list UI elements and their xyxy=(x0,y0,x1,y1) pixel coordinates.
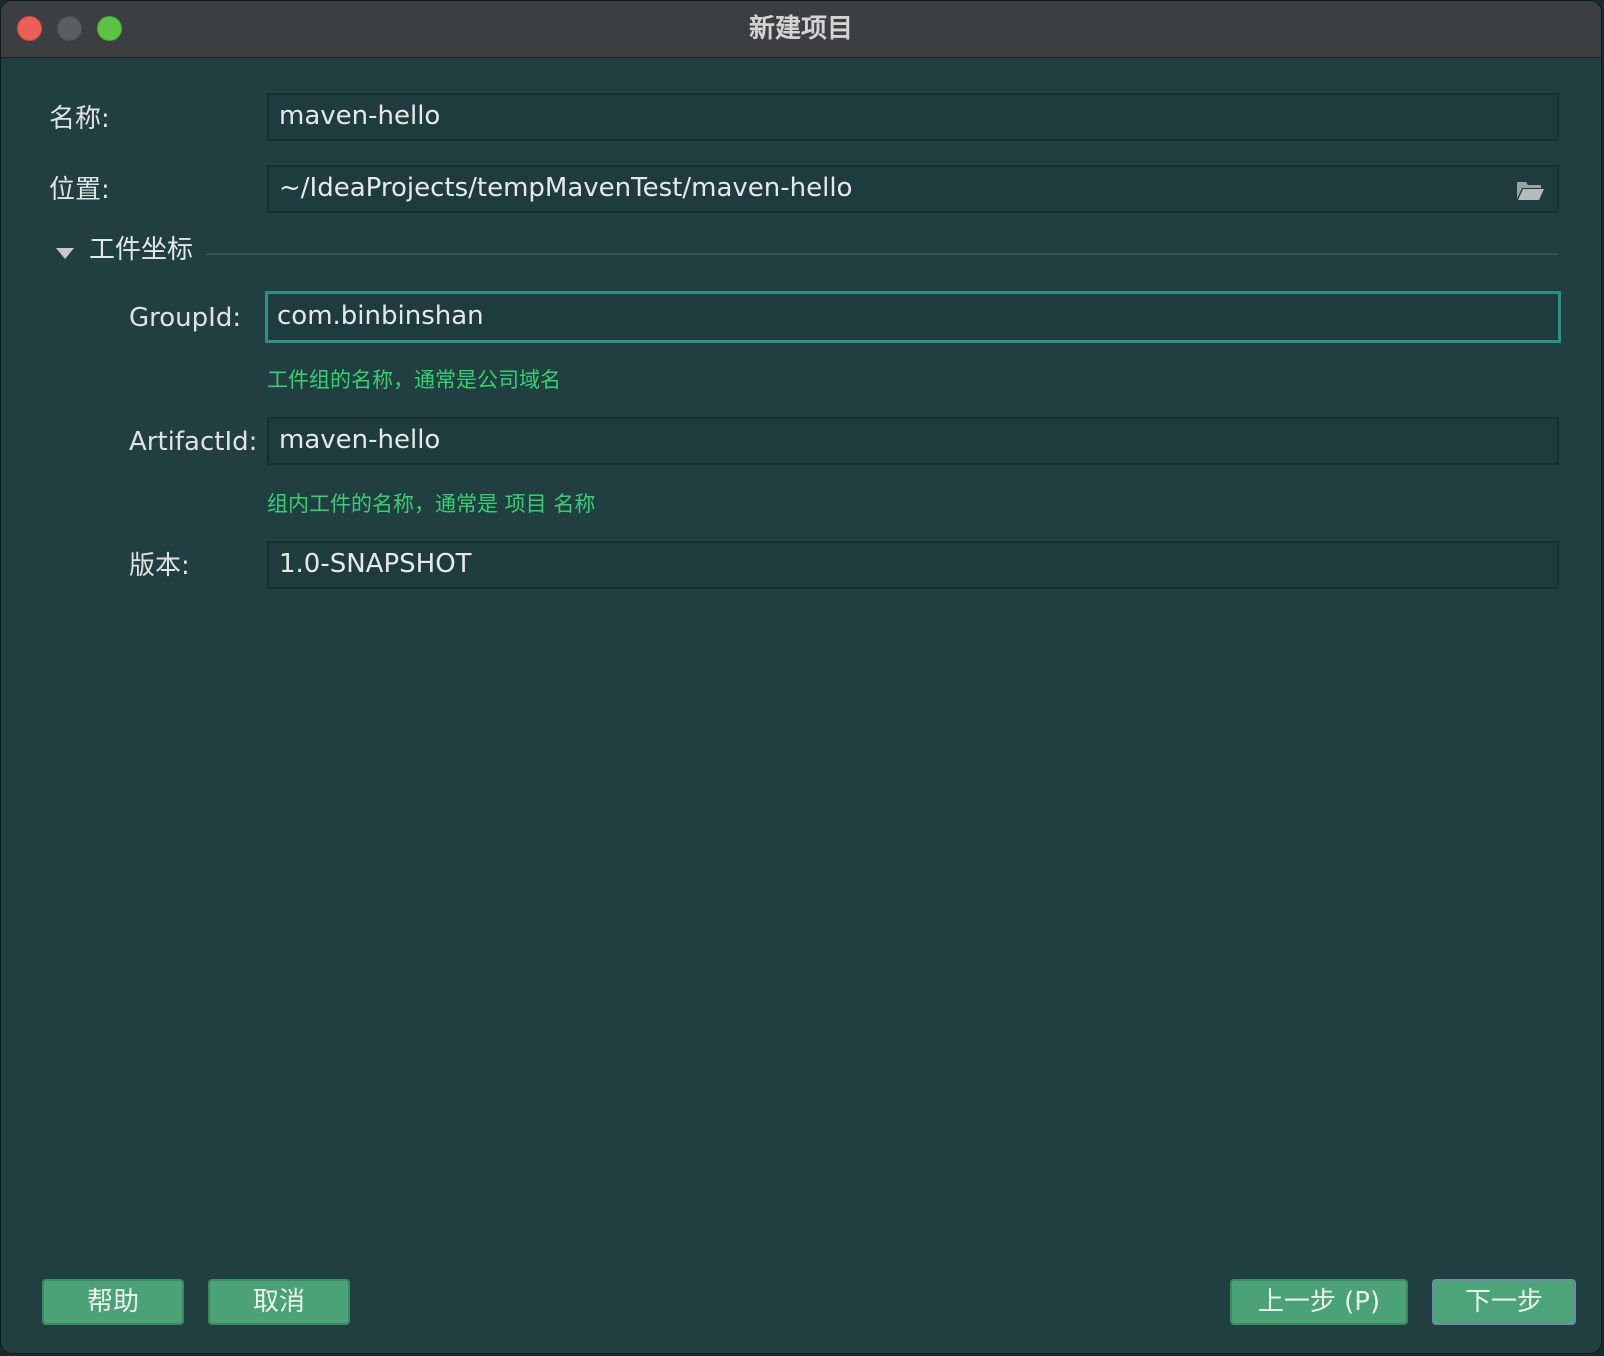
groupid-label: GroupId: xyxy=(129,303,242,333)
location-label: 位置: xyxy=(49,175,110,205)
version-label: 版本: xyxy=(129,551,190,581)
cancel-button[interactable]: 取消 xyxy=(208,1279,350,1325)
title-bar: 新建项目 xyxy=(1,1,1601,58)
next-button[interactable]: 下一步 xyxy=(1432,1279,1576,1325)
triangle-down-icon[interactable] xyxy=(56,248,74,259)
name-label: 名称: xyxy=(49,104,110,134)
version-field[interactable]: 1.0-SNAPSHOT xyxy=(267,541,1559,589)
window-title: 新建项目 xyxy=(748,14,853,44)
section-title-artifact-coordinates[interactable]: 工件坐标 xyxy=(89,235,193,265)
previous-button[interactable]: 上一步 (P) xyxy=(1230,1279,1408,1325)
folder-icon[interactable] xyxy=(1515,178,1545,202)
section-divider xyxy=(206,253,1558,255)
artifactid-label: ArtifactId: xyxy=(129,427,258,457)
artifactid-field[interactable]: maven-hello xyxy=(267,417,1559,465)
location-value: ~/IdeaProjects/tempMavenTest/maven-hello xyxy=(279,173,853,203)
new-project-dialog: 新建项目 名称: maven-hello 位置: ~/IdeaProjects/… xyxy=(0,0,1602,1354)
help-button[interactable]: 帮助 xyxy=(42,1279,184,1325)
groupid-hint: 工件组的名称，通常是公司域名 xyxy=(267,368,561,392)
location-field[interactable]: ~/IdeaProjects/tempMavenTest/maven-hello xyxy=(267,165,1559,213)
name-field[interactable]: maven-hello xyxy=(267,93,1559,141)
groupid-field[interactable]: com.binbinshan xyxy=(265,291,1561,343)
artifactid-hint: 组内工件的名称，通常是 项目 名称 xyxy=(267,492,596,516)
